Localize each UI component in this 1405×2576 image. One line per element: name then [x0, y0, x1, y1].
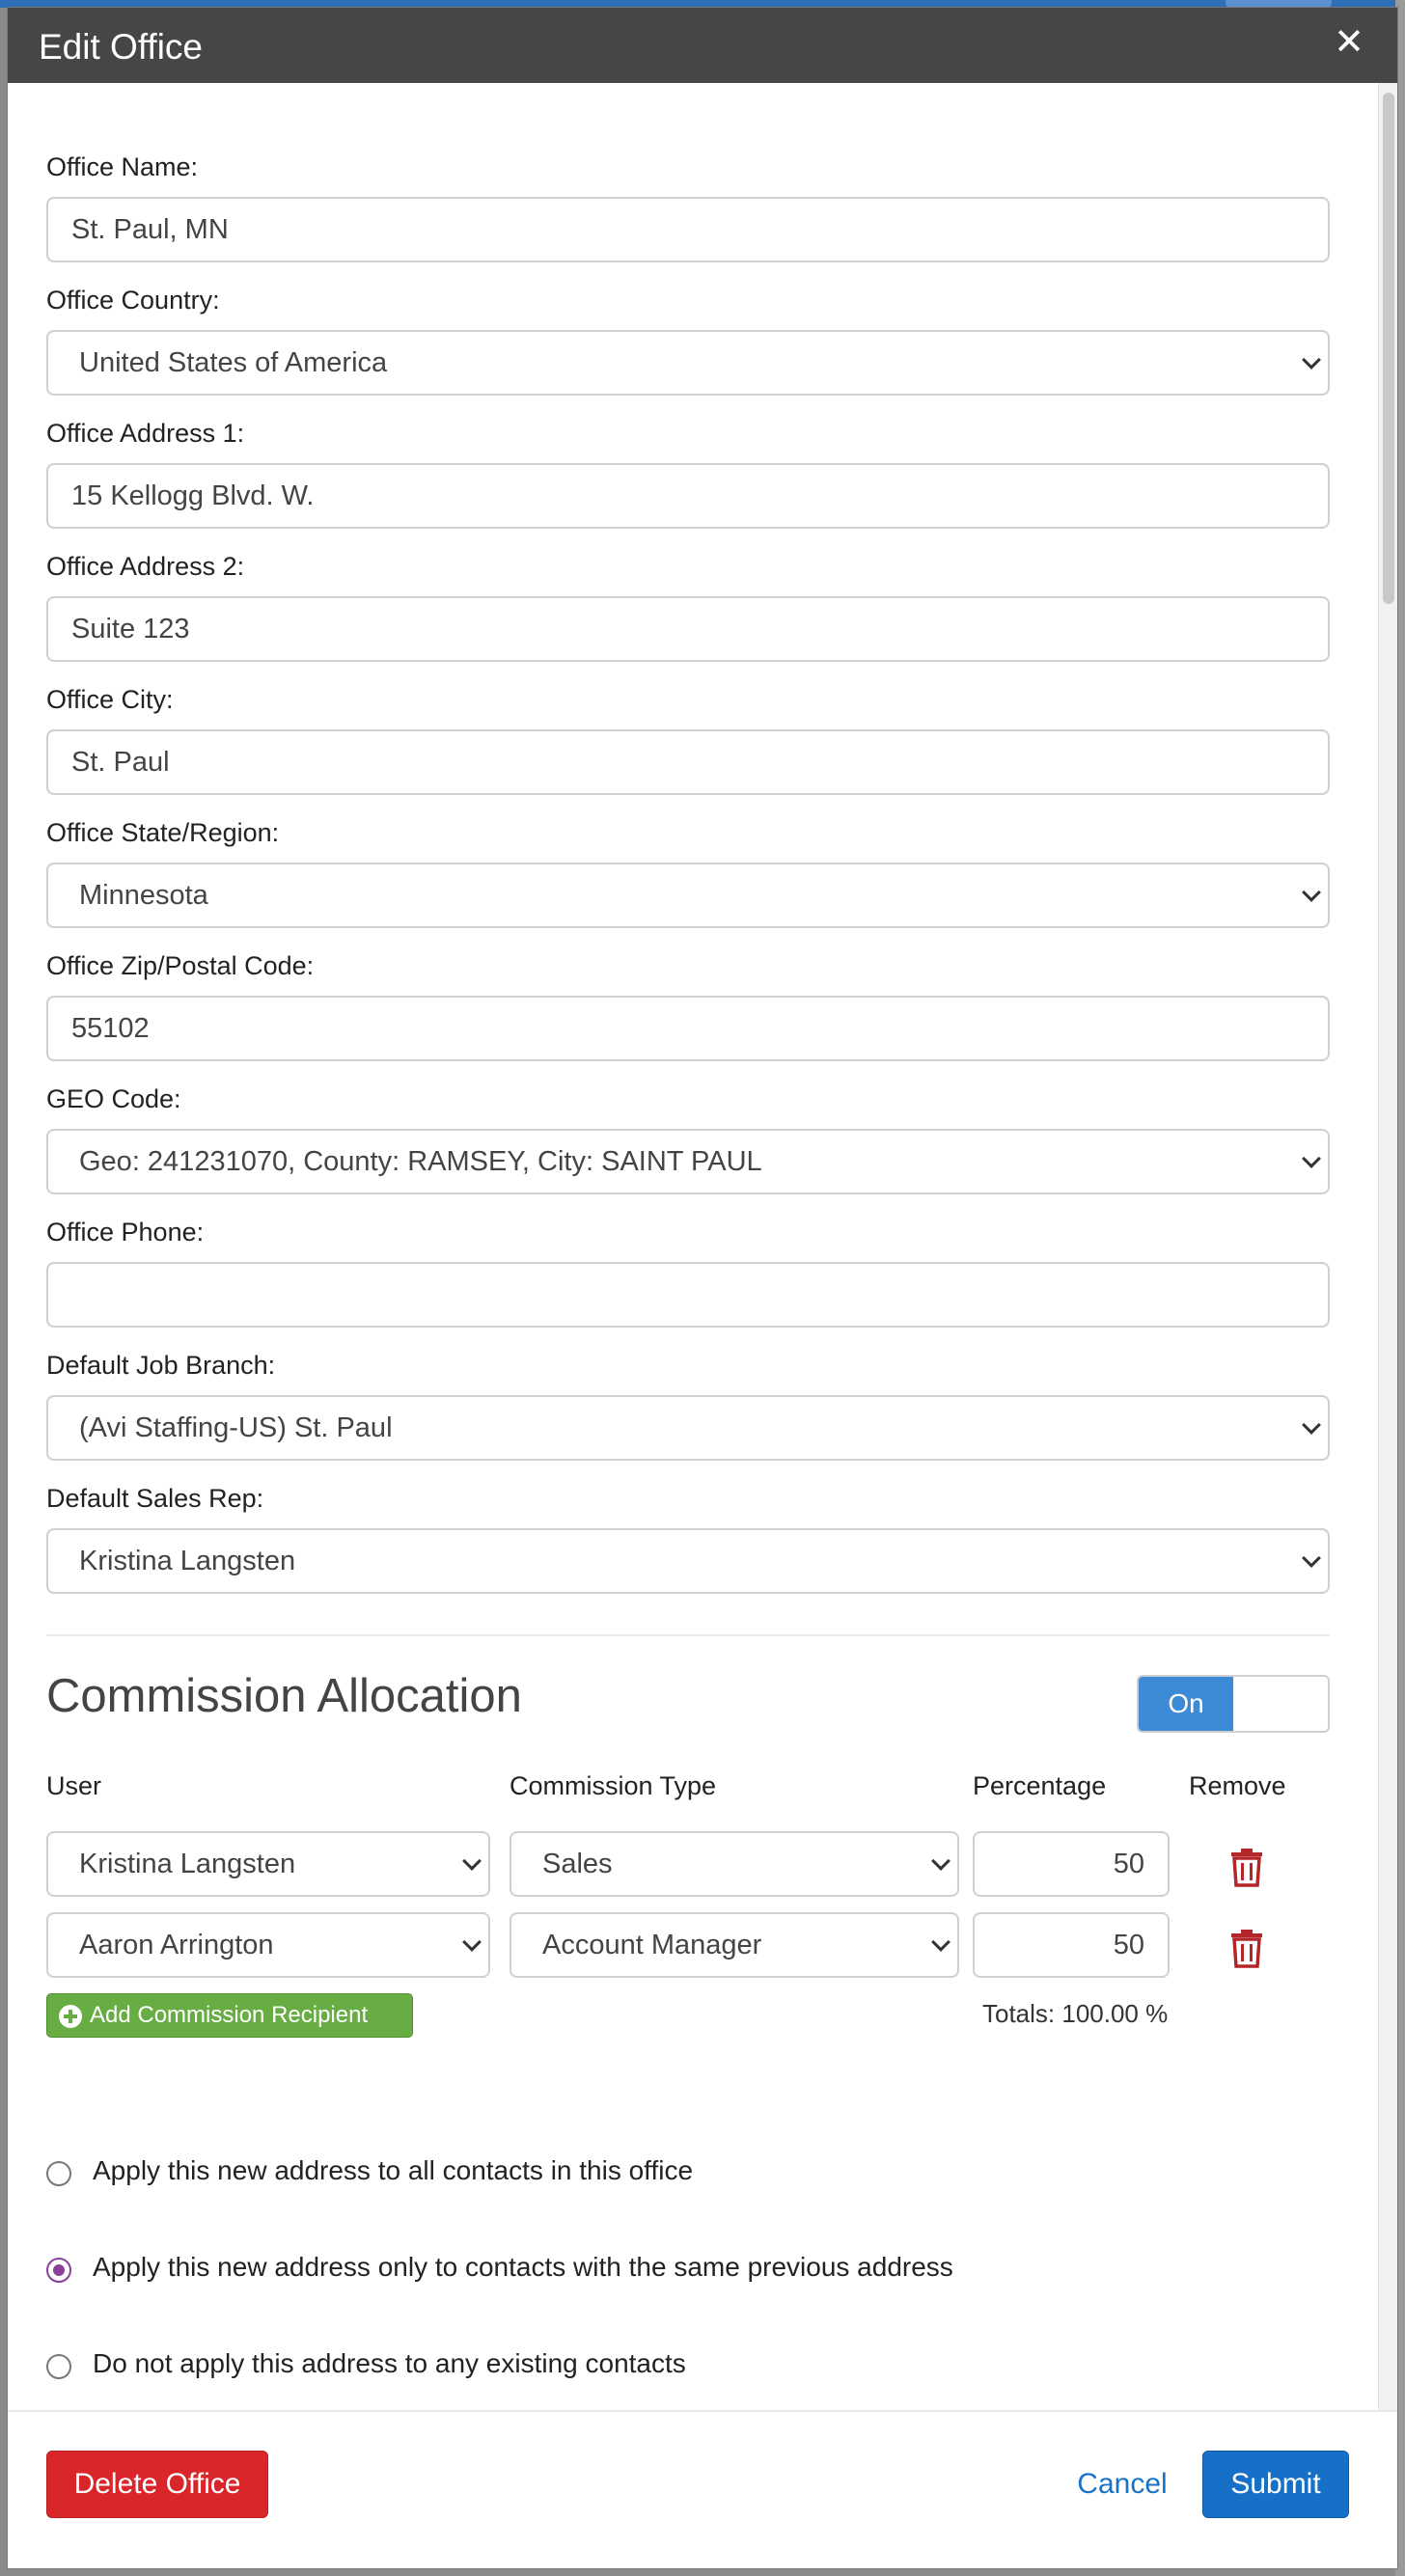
- section-divider: [46, 1634, 1330, 1636]
- edit-office-modal: Edit Office ✕ Office Name: Office Countr…: [8, 8, 1397, 2568]
- plus-circle-icon: [59, 2005, 82, 2028]
- chevron-down-icon: [1302, 350, 1321, 370]
- radio-label: Apply this new address only to contacts …: [93, 2252, 953, 2282]
- office-zip-label: Office Zip/Postal Code:: [46, 951, 315, 980]
- office-zip-input[interactable]: [46, 996, 1330, 1061]
- chevron-down-icon: [1302, 883, 1321, 902]
- delete-office-button[interactable]: Delete Office: [46, 2451, 268, 2518]
- chevron-down-icon: [931, 1851, 950, 1871]
- column-header-commission-type: Commission Type: [510, 1771, 717, 1800]
- office-name-input[interactable]: [46, 197, 1330, 262]
- commission-type-value: Sales: [542, 1849, 613, 1879]
- modal-scrollbar[interactable]: [1378, 83, 1397, 2418]
- close-icon[interactable]: ✕: [1330, 23, 1368, 62]
- office-phone-input[interactable]: [46, 1262, 1330, 1328]
- geo-code-select[interactable]: Geo: 241231070, County: RAMSEY, City: SA…: [46, 1129, 1330, 1194]
- office-address2-input[interactable]: [46, 596, 1330, 662]
- default-sales-rep-value: Kristina Langsten: [79, 1546, 296, 1576]
- chevron-down-icon: [1302, 1415, 1321, 1435]
- add-commission-recipient-label: Add Commission Recipient: [90, 2002, 369, 2028]
- background-page-header: [0, 0, 1405, 8]
- office-address1-label: Office Address 1:: [46, 419, 245, 448]
- modal-footer: Delete Office Cancel Submit: [8, 2410, 1397, 2568]
- chevron-down-icon: [1302, 1548, 1321, 1568]
- submit-button[interactable]: Submit: [1202, 2451, 1349, 2518]
- chevron-down-icon: [462, 1851, 482, 1871]
- office-country-label: Office Country:: [46, 286, 220, 315]
- office-city-input[interactable]: [46, 729, 1330, 795]
- commission-allocation-title: Commission Allocation: [46, 1670, 522, 1722]
- chevron-down-icon: [462, 1932, 482, 1952]
- trash-icon[interactable]: [1227, 1845, 1266, 1887]
- radio-button-selected[interactable]: [46, 2258, 71, 2283]
- commission-type-select[interactable]: Account Manager: [510, 1912, 959, 1978]
- office-address1-input[interactable]: [46, 463, 1330, 529]
- commission-toggle[interactable]: On: [1137, 1675, 1330, 1733]
- chevron-down-icon: [1302, 1149, 1321, 1168]
- chevron-down-icon: [931, 1932, 950, 1952]
- commission-type-value: Account Manager: [542, 1930, 762, 1960]
- default-job-branch-label: Default Job Branch:: [46, 1351, 276, 1380]
- commission-user-select[interactable]: Kristina Langsten: [46, 1831, 490, 1897]
- office-phone-label: Office Phone:: [46, 1218, 205, 1247]
- column-header-percentage: Percentage: [973, 1771, 1107, 1800]
- commission-percentage-input[interactable]: 50: [973, 1912, 1170, 1978]
- office-name-label: Office Name:: [46, 152, 199, 181]
- default-job-branch-select[interactable]: (Avi Staffing-US) St. Paul: [46, 1395, 1330, 1461]
- office-country-select[interactable]: United States of America: [46, 330, 1330, 396]
- office-state-select[interactable]: Minnesota: [46, 863, 1330, 928]
- column-header-user: User: [46, 1771, 102, 1800]
- radio-button[interactable]: [46, 2161, 71, 2186]
- modal-title: Edit Office: [39, 27, 204, 67]
- office-state-value: Minnesota: [79, 880, 208, 911]
- office-state-label: Office State/Region:: [46, 818, 280, 847]
- commission-totals: Totals: 100.00 %: [982, 1999, 1169, 2028]
- scrollbar-thumb[interactable]: [1383, 93, 1394, 604]
- add-commission-recipient-button[interactable]: Add Commission Recipient: [46, 1993, 413, 2038]
- office-address2-label: Office Address 2:: [46, 552, 245, 581]
- default-sales-rep-select[interactable]: Kristina Langsten: [46, 1528, 1330, 1594]
- commission-user-value: Aaron Arrington: [79, 1930, 274, 1960]
- office-city-label: Office City:: [46, 685, 174, 714]
- modal-body: Office Name: Office Country: United Stat…: [8, 83, 1378, 2418]
- commission-user-select[interactable]: Aaron Arrington: [46, 1912, 490, 1978]
- geo-code-value: Geo: 241231070, County: RAMSEY, City: SA…: [79, 1146, 762, 1177]
- modal-header: Edit Office ✕: [8, 8, 1397, 83]
- default-sales-rep-label: Default Sales Rep:: [46, 1484, 264, 1513]
- commission-percentage-input[interactable]: 50: [973, 1831, 1170, 1897]
- default-job-branch-value: (Avi Staffing-US) St. Paul: [79, 1412, 393, 1443]
- commission-type-select[interactable]: Sales: [510, 1831, 959, 1897]
- toggle-on-label: On: [1139, 1677, 1233, 1731]
- trash-icon[interactable]: [1227, 1926, 1266, 1968]
- column-header-remove: Remove: [1189, 1771, 1286, 1800]
- radio-label: Do not apply this address to any existin…: [93, 2348, 686, 2378]
- cancel-button[interactable]: Cancel: [1060, 2451, 1185, 2518]
- office-country-value: United States of America: [79, 347, 388, 378]
- geo-code-label: GEO Code:: [46, 1084, 181, 1113]
- radio-label: Apply this new address to all contacts i…: [93, 2155, 694, 2185]
- radio-button[interactable]: [46, 2354, 71, 2379]
- commission-user-value: Kristina Langsten: [79, 1849, 296, 1879]
